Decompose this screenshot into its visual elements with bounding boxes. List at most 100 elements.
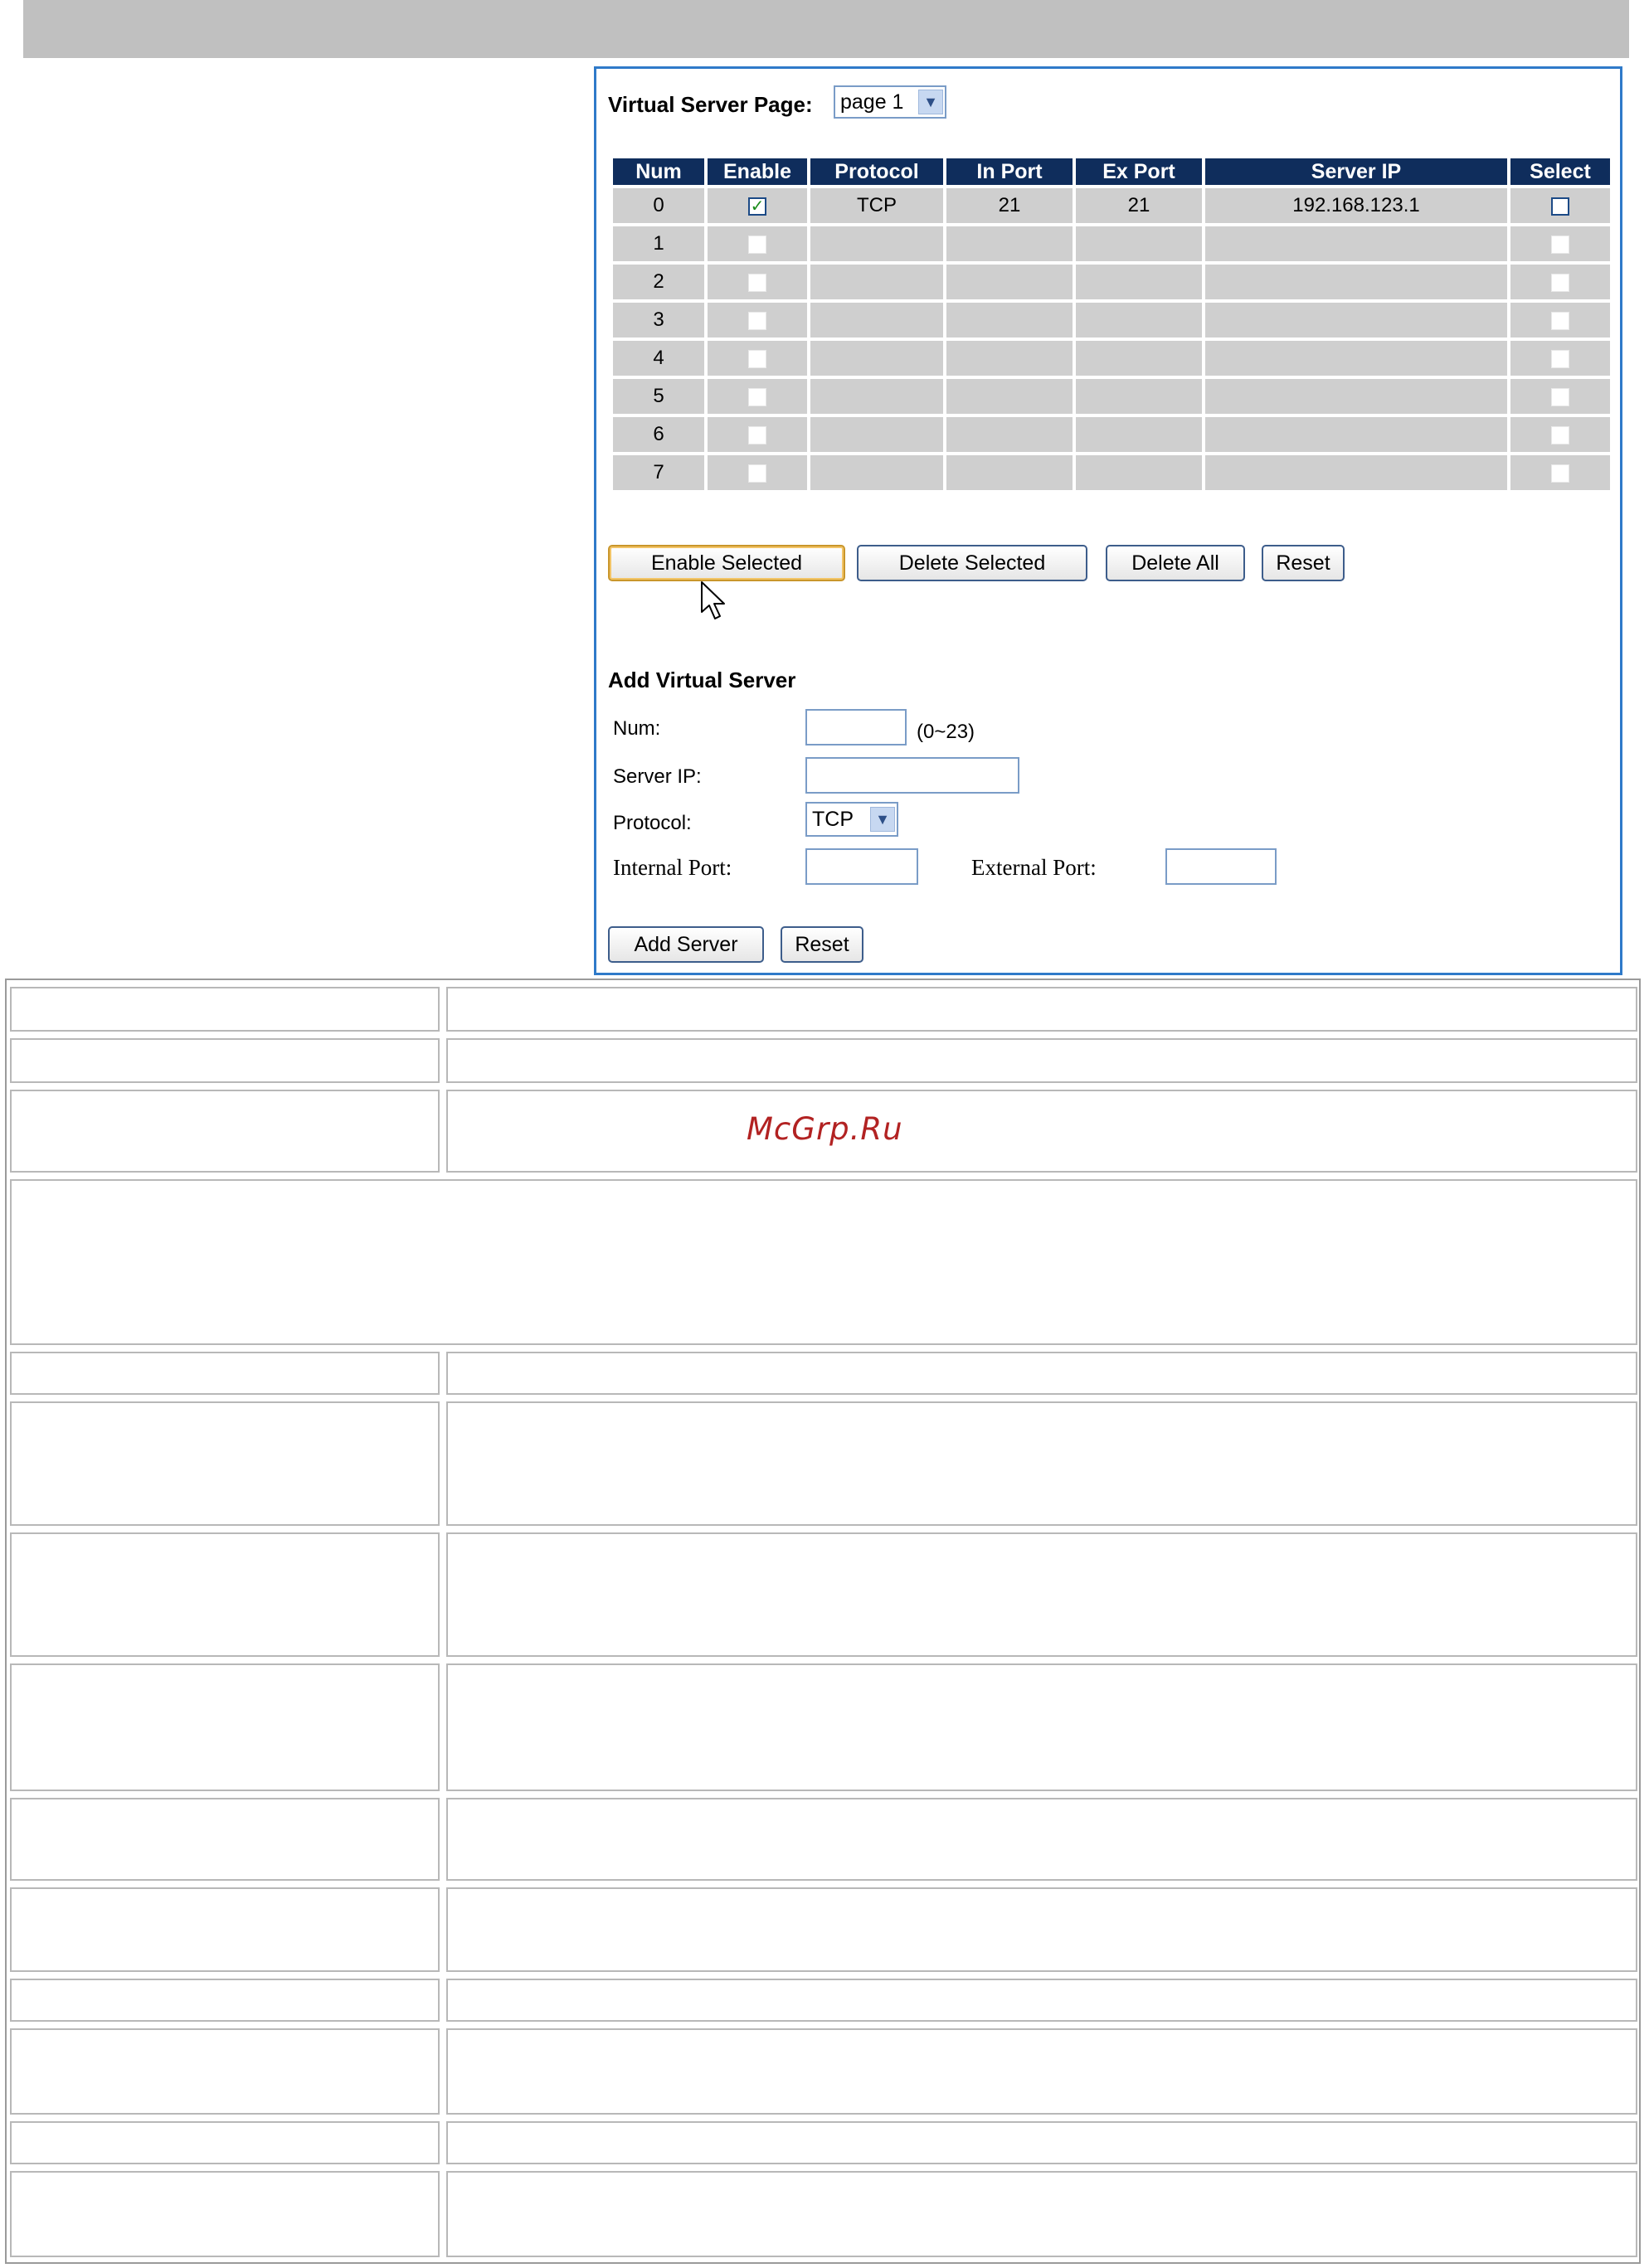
chevron-down-icon: ▼ [870,807,895,832]
doc-cell [10,1090,440,1173]
doc-cell [446,2121,1637,2164]
enable-checkbox[interactable] [748,235,766,254]
row-ex-port [1076,341,1202,376]
enable-selected-button[interactable]: Enable Selected [608,545,845,581]
row-in-port: 21 [946,188,1073,223]
internal-port-label: Internal Port: [613,855,732,880]
doc-cell [10,1038,440,1083]
row-select-cell [1510,417,1610,452]
row-select-cell [1510,226,1610,261]
row-in-port [946,379,1073,414]
doc-cell [446,1401,1637,1526]
row-num: 4 [613,341,704,376]
enable-checkbox[interactable] [748,197,766,216]
header-num: Num [613,158,704,185]
enable-checkbox[interactable] [748,425,766,444]
select-checkbox[interactable] [1551,387,1569,406]
enable-checkbox[interactable] [748,273,766,292]
row-ex-port [1076,226,1202,261]
doc-cell [10,1798,440,1881]
select-checkbox[interactable] [1551,197,1569,216]
row-server-ip [1205,265,1507,299]
row-enable-cell [708,341,807,376]
doc-cell [446,1887,1637,1972]
enable-checkbox[interactable] [748,464,766,483]
row-server-ip [1205,417,1507,452]
add-server-button[interactable]: Add Server [608,926,764,963]
doc-cell [446,2028,1637,2115]
server-ip-input[interactable] [805,757,1019,794]
row-enable-cell [708,455,807,490]
reset-selection-button[interactable]: Reset [1262,545,1345,581]
doc-cell [10,2171,440,2257]
select-checkbox[interactable] [1551,425,1569,444]
row-in-port [946,341,1073,376]
header-server-ip: Server IP [1205,158,1507,185]
row-server-ip [1205,226,1507,261]
doc-cell [10,1401,440,1526]
table-row: 5 [613,379,1610,414]
row-select-cell [1510,303,1610,338]
row-num: 0 [613,188,704,223]
internal-port-input[interactable] [805,848,918,885]
row-ex-port: 21 [1076,188,1202,223]
num-range-hint: (0~23) [917,721,975,743]
doc-cell [446,1038,1637,1083]
num-input[interactable] [805,709,907,745]
watermark-text: McGrp.Ru [747,1111,903,1147]
enable-checkbox[interactable] [748,387,766,406]
protocol-dropdown[interactable]: TCP ▼ [805,802,898,837]
table-row: 4 [613,341,1610,376]
add-virtual-server-title: Add Virtual Server [608,668,796,692]
select-checkbox[interactable] [1551,349,1569,368]
header-enable: Enable [708,158,807,185]
row-protocol: TCP [810,188,943,223]
select-checkbox[interactable] [1551,235,1569,254]
row-enable-cell [708,226,807,261]
reset-form-button[interactable]: Reset [781,926,863,963]
page-select-label: Virtual Server Page: [608,92,813,117]
row-server-ip [1205,455,1507,490]
table-row: 7 [613,455,1610,490]
doc-cell [10,987,440,1032]
num-label: Num: [613,717,661,740]
protocol-value: TCP [812,807,854,831]
table-row: 3 [613,303,1610,338]
enable-checkbox[interactable] [748,349,766,368]
row-ex-port [1076,417,1202,452]
row-select-cell [1510,265,1610,299]
select-checkbox[interactable] [1551,464,1569,483]
delete-selected-button[interactable]: Delete Selected [857,545,1087,581]
doc-cell [10,1663,440,1791]
enable-checkbox[interactable] [748,311,766,330]
page-select-value: page 1 [840,90,904,114]
external-port-input[interactable] [1165,848,1277,885]
doc-cell [446,987,1637,1032]
select-checkbox[interactable] [1551,311,1569,330]
row-select-cell [1510,188,1610,223]
delete-all-button[interactable]: Delete All [1106,545,1245,581]
row-ex-port [1076,303,1202,338]
table-row: 2 [613,265,1610,299]
row-num: 6 [613,417,704,452]
header-select: Select [1510,158,1610,185]
select-checkbox[interactable] [1551,273,1569,292]
page-select-dropdown[interactable]: page 1 ▼ [834,85,946,119]
row-protocol [810,226,943,261]
external-port-label: External Port: [971,855,1097,880]
header-ex-port: Ex Port [1076,158,1202,185]
row-num: 2 [613,265,704,299]
row-protocol [810,379,943,414]
doc-cell [10,2028,440,2115]
doc-cell [446,1090,1637,1173]
row-server-ip [1205,303,1507,338]
doc-cell [10,1352,440,1395]
row-server-ip: 192.168.123.1 [1205,188,1507,223]
virtual-server-table: Num Enable Protocol In Port Ex Port Serv… [610,155,1613,493]
header-protocol: Protocol [810,158,943,185]
row-select-cell [1510,341,1610,376]
mouse-pointer-icon [701,581,725,619]
row-ex-port [1076,265,1202,299]
row-in-port [946,303,1073,338]
protocol-label: Protocol: [613,812,692,834]
